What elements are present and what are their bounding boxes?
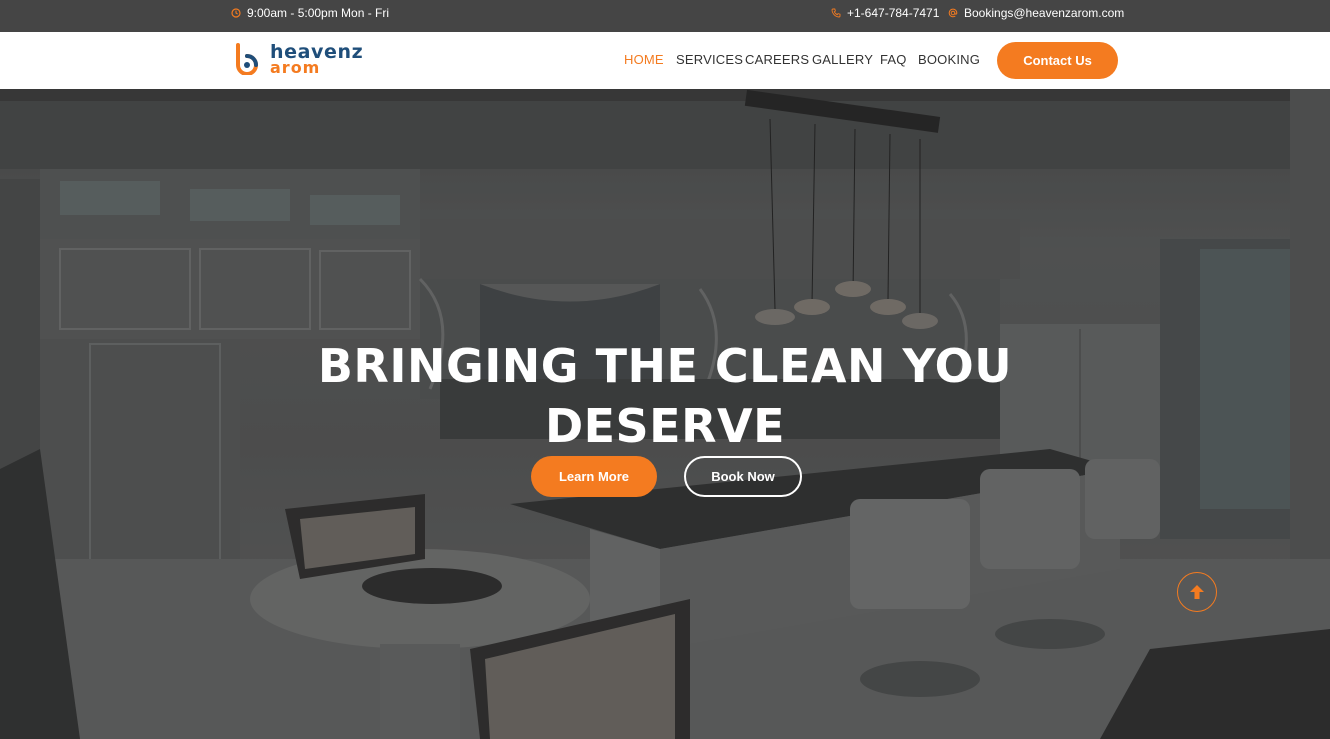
- scroll-to-top-button[interactable]: [1177, 572, 1217, 612]
- phone-link[interactable]: +1-647-784-7471: [847, 6, 939, 20]
- nav-booking[interactable]: BOOKING: [918, 52, 980, 67]
- nav-home[interactable]: HOME: [624, 52, 664, 67]
- arrow-up-icon: [1190, 585, 1204, 599]
- logo-wordmark-bottom: arom: [270, 58, 321, 77]
- hero-title-line1: BRINGING THE CLEAN YOU: [317, 339, 1013, 393]
- hours-info: 9:00am - 5:00pm Mon - Fri: [231, 0, 389, 26]
- hero-title-line2: DESERVE: [544, 399, 786, 453]
- hero-title: BRINGING THE CLEAN YOU DESERVE: [300, 336, 1030, 456]
- nav-careers[interactable]: CAREERS: [745, 52, 809, 67]
- contact-us-button[interactable]: Contact Us: [997, 42, 1118, 79]
- learn-more-button[interactable]: Learn More: [531, 456, 657, 497]
- phone-info[interactable]: +1-647-784-7471: [831, 0, 939, 26]
- email-info[interactable]: Bookings@heavenzarom.com: [948, 0, 1124, 26]
- site-logo[interactable]: heavenz arom: [234, 43, 374, 77]
- hero-section: BRINGING THE CLEAN YOU DESERVE Learn Mor…: [0, 89, 1330, 739]
- logo-mark-icon: [236, 43, 258, 75]
- clock-icon: [231, 8, 241, 18]
- hours-text: 9:00am - 5:00pm Mon - Fri: [247, 6, 390, 20]
- nav-faq[interactable]: FAQ: [880, 52, 907, 67]
- top-bar: 9:00am - 5:00pm Mon - Fri +1-647-784-747…: [0, 0, 1330, 32]
- main-header: heavenz arom HOME SERVICES CAREERS GALLE…: [0, 32, 1330, 89]
- email-link[interactable]: Bookings@heavenzarom.com: [964, 6, 1124, 20]
- nav-services[interactable]: SERVICES: [676, 52, 743, 67]
- book-now-button[interactable]: Book Now: [684, 456, 802, 497]
- nav-gallery[interactable]: GALLERY: [812, 52, 873, 67]
- at-icon: [948, 8, 958, 18]
- phone-icon: [831, 8, 841, 18]
